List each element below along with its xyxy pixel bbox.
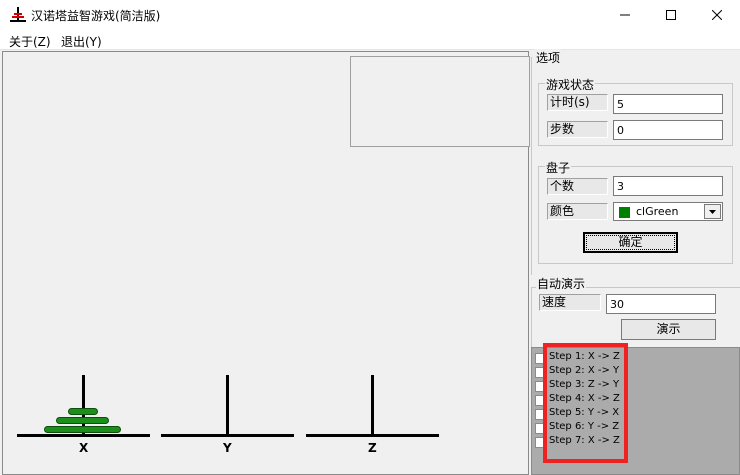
menu-bar: 关于(Z) 退出(Y) — [0, 30, 740, 50]
disk-count-label: 个数 — [547, 178, 608, 195]
color-swatch — [619, 207, 630, 218]
steps-count-label: 步数 — [547, 121, 608, 138]
maximize-icon — [666, 10, 676, 20]
menu-about[interactable]: 关于(Z) — [9, 33, 51, 50]
maximize-button[interactable] — [648, 0, 694, 30]
minimize-icon — [620, 14, 630, 16]
peg-x-label: X — [79, 441, 89, 455]
window-title: 汉诺塔益智游戏(简洁版) — [31, 9, 161, 23]
minimize-button[interactable] — [602, 0, 648, 30]
disk-large[interactable] — [44, 426, 121, 433]
disk-color-value: clGreen — [636, 205, 679, 218]
disk-count-field[interactable] — [613, 176, 723, 196]
menu-exit[interactable]: 退出(Y) — [61, 33, 102, 50]
disk-color-select[interactable]: clGreen — [613, 202, 723, 221]
hanoi-tower-icon — [10, 7, 26, 22]
chevron-down-icon — [709, 210, 716, 214]
demo-button[interactable]: 演示 — [621, 319, 716, 340]
speed-field[interactable] — [606, 294, 716, 314]
auto-demo-title: 自动演示 — [536, 275, 587, 292]
dropdown-button[interactable] — [704, 204, 721, 219]
peg-z-label: Z — [368, 441, 377, 455]
title-bar: 汉诺塔益智游戏(简洁版) — [0, 0, 740, 30]
confirm-button[interactable]: 确定 — [583, 232, 678, 253]
close-button[interactable] — [694, 0, 740, 30]
close-icon — [712, 10, 722, 20]
game-status-title: 游戏状态 — [545, 76, 596, 93]
peg-y-label: Y — [223, 441, 232, 455]
timer-label: 计时(s) — [547, 94, 608, 111]
peg-z-pole[interactable] — [371, 375, 374, 435]
disk-medium[interactable] — [56, 417, 109, 424]
disk-small[interactable] — [68, 408, 98, 415]
disks-title: 盘子 — [545, 159, 572, 176]
speed-label: 速度 — [539, 294, 601, 311]
steps-count-field[interactable] — [613, 120, 723, 140]
timer-field[interactable] — [613, 94, 723, 114]
game-canvas[interactable]: X Y Z — [2, 51, 530, 475]
disk-color-label: 颜色 — [547, 203, 608, 220]
options-title: 选项 — [535, 49, 562, 66]
peg-y-pole[interactable] — [226, 375, 229, 435]
info-box — [350, 56, 530, 147]
highlight-annotation — [543, 343, 628, 463]
